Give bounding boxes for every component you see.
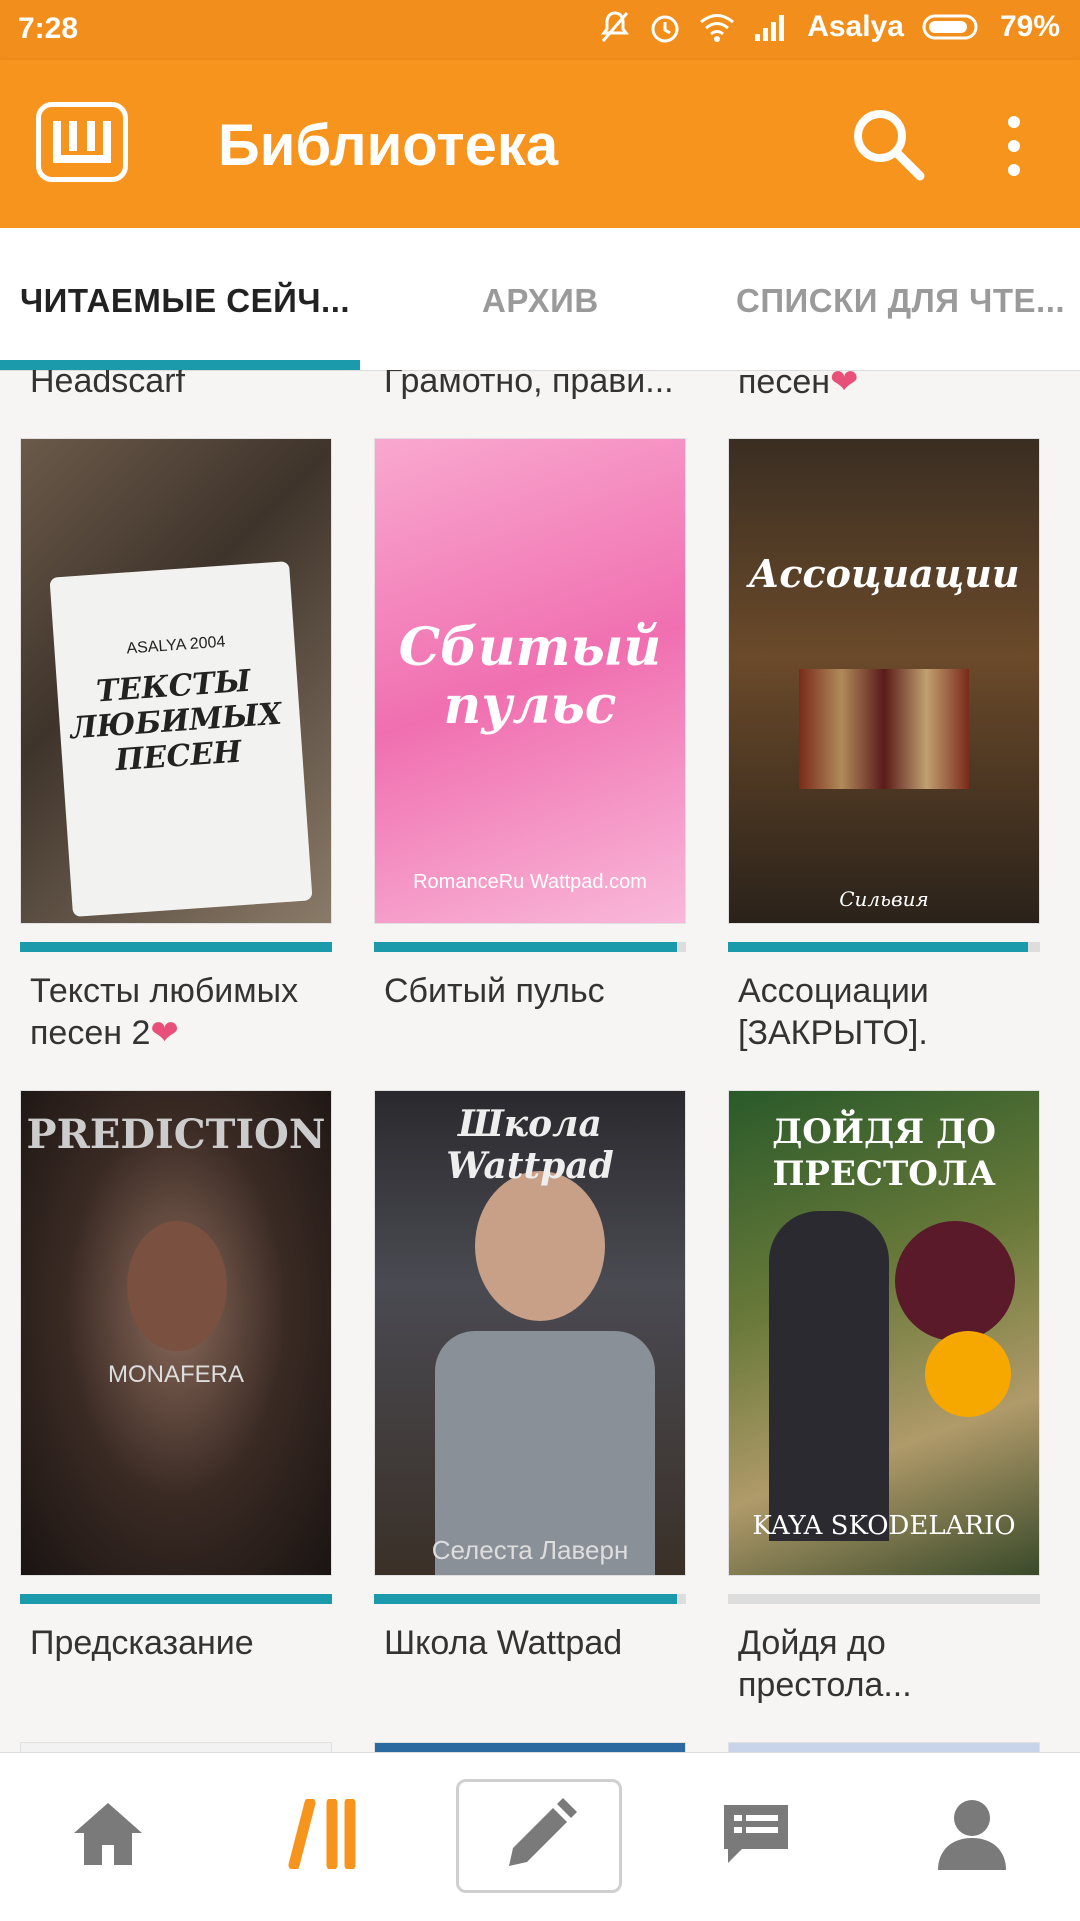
progress-fill [374,1594,677,1604]
cover-title: Ассоциации [748,551,1020,596]
pencil-icon [509,1798,577,1866]
story-cover[interactable]: Ассоциации Сильвия [728,438,1040,924]
battery-icon [922,14,978,40]
story-title[interactable]: Ассоциации [ЗАКРЫТО]. [738,970,1058,1054]
page-title: Библиотека [218,113,559,178]
reading-progress-bar [728,1594,1040,1604]
heart-icon: ❤ [830,370,859,401]
carrier-name: Asalya [807,10,904,43]
tab-archive[interactable]: АРХИВ [482,282,599,320]
library-grid: Headscarf Грамотно, прави... песен❤ ТЕКС… [0,370,1080,1752]
app-bar: Библиотека [0,60,1080,228]
wifi-icon [700,14,735,42]
books-graphic [799,669,969,789]
status-right: Asalya 79% [599,10,1060,44]
progress-fill [20,942,332,952]
cover-subtitle: Селеста Лаверн [431,1535,629,1565]
active-tab-indicator [0,360,360,370]
wattpad-logo-icon[interactable] [36,102,128,182]
portrait-graphic [127,1221,227,1351]
story-title[interactable]: Сбитый пульс [384,970,704,1012]
reading-progress-bar [20,1594,332,1604]
home-icon [74,1803,142,1865]
mute-notification-icon [601,11,630,42]
cover-title: PREDICTION [26,1111,326,1158]
progress-fill [374,942,677,952]
nav-profile-button[interactable] [912,1779,1032,1889]
nav-messages-button[interactable] [696,1779,816,1889]
story-title[interactable]: Школа Wattpad [384,1622,704,1664]
cover-subtitle: RomanceRu Wattpad.com [413,871,647,893]
reading-progress-bar [20,942,332,952]
partial-story-title[interactable]: песен❤ [738,370,859,402]
progress-fill [728,942,1028,952]
signal-icon [755,15,785,41]
story-title[interactable]: Предсказание [30,1622,350,1664]
story-title[interactable]: Тексты любимых песен 2❤ [30,970,350,1054]
story-cover[interactable] [728,1742,1040,1752]
cover-subtitle: MONAFERA [107,1361,244,1388]
story-cover[interactable] [20,1742,332,1752]
cover-title: Школа Wattpad [446,1103,614,1187]
cover-subtitle: Сильвия [839,887,929,911]
story-cover[interactable]: Сбитый пульс RomanceRu Wattpad.com [374,438,686,924]
cover-title: Сбитый пульс [398,617,662,736]
romanceru-badge [895,1221,1015,1341]
cover-title: ТЕКСТЫ ЛЮБИМЫХ ПЕСЕН [69,663,283,779]
tab-reading-now[interactable]: ЧИТАЕМЫЕ СЕЙЧ... [20,282,350,320]
status-time: 7:28 [18,12,79,45]
story-cover[interactable]: PREDICTION MONAFERA [20,1090,332,1576]
cover-subtitle: KAYA SKODELARIO [752,1511,1016,1541]
bottom-navigation [0,1752,1080,1921]
story-cover[interactable]: ДОЙДЯ ДО ПРЕСТОЛА KAYA SKODELARIO [728,1090,1040,1576]
profile-icon [938,1800,1006,1870]
tab-reading-lists[interactable]: СПИСКИ ДЛЯ ЧТЕ... [736,282,1065,320]
reading-progress-bar [374,1594,686,1604]
tab-bar: ЧИТАЕМЫЕ СЕЙЧ... АРХИВ СПИСКИ ДЛЯ ЧТЕ... [0,228,1080,371]
figure-graphic [769,1211,889,1541]
progress-fill [20,1594,332,1604]
search-button[interactable] [848,104,928,184]
search-icon [854,110,925,181]
partial-story-title[interactable]: Headscarf [30,370,185,401]
nav-write-button[interactable] [456,1779,622,1893]
battery-percent: 79% [999,10,1060,43]
more-options-button[interactable] [996,112,1032,184]
nav-home-button[interactable] [48,1779,168,1889]
cover-title: ДОЙДЯ ДО ПРЕСТОЛА [772,1112,996,1194]
status-bar: 7:28 Asalya 79% [0,0,1080,60]
story-title[interactable]: Дойдя до престола... [738,1622,1058,1706]
more-vert-icon [1008,116,1020,176]
nav-library-button[interactable] [266,1779,386,1889]
contest-badge [925,1331,1011,1417]
partial-story-title[interactable]: Грамотно, прави... [384,370,674,401]
story-cover[interactable]: Школа Wattpad Селеста Лаверн [374,1090,686,1576]
portrait-graphic [475,1171,605,1321]
reading-progress-bar [374,942,686,952]
alarm-icon [651,15,679,43]
story-cover[interactable] [374,1742,686,1752]
library-icon [288,1799,356,1869]
heart-icon: ❤ [150,1014,179,1052]
message-icon [724,1805,788,1863]
story-cover[interactable]: ТЕКСТЫ ЛЮБИМЫХ ПЕСЕН ASALYA 2004 [20,438,332,924]
reading-progress-bar [728,942,1040,952]
